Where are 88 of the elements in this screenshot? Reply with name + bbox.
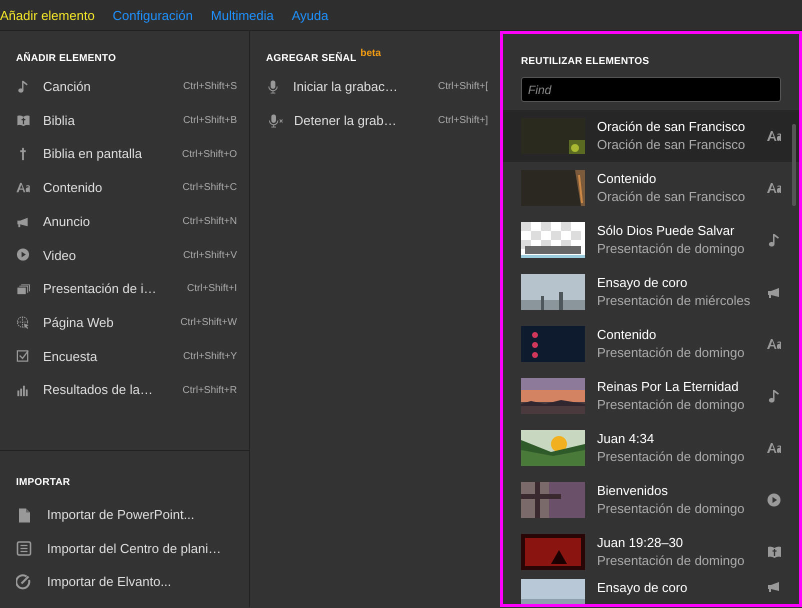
reuse-item[interactable]: Ensayo de coro <box>503 578 799 604</box>
bar-chart-icon <box>16 383 30 398</box>
menu-item[interactable]: Iniciar la grabac… Ctrl+Shift+[ <box>250 70 500 104</box>
menu-item[interactable]: Anuncio Ctrl+Shift+N <box>0 204 249 238</box>
item-title: Ensayo de coro <box>597 579 688 597</box>
shortcut-label: Ctrl+Shift+W <box>180 316 237 330</box>
item-subtitle: Presentación de domingo <box>597 448 744 466</box>
menu-item[interactable]: Resultados de la… Ctrl+Shift+R <box>0 373 249 407</box>
music-note-icon <box>16 80 30 94</box>
item-title: Juan 19:28–30 <box>597 534 684 552</box>
item-subtitle: Presentación de domingo <box>597 240 744 258</box>
item-title: Juan 4:34 <box>597 430 656 448</box>
shortcut-label: Ctrl+Shift+I <box>186 282 237 296</box>
document-icon <box>16 540 32 556</box>
check-circle-icon <box>16 574 32 590</box>
menu-item[interactable]: Video Ctrl+Shift+V <box>0 238 249 272</box>
shortcut-label: Ctrl+Shift+C <box>182 181 237 196</box>
item-subtitle: Presentación de miércoles <box>597 292 750 310</box>
shortcut-label: Ctrl+Shift+O <box>182 148 237 162</box>
megaphone-icon <box>767 579 781 594</box>
text-format-icon <box>767 180 781 196</box>
text-format-icon <box>16 180 30 195</box>
menu-item[interactable]: Presentación de i… Ctrl+Shift+I <box>0 272 249 306</box>
reuse-item[interactable]: Juan 19:28–30 Presentación de domingo <box>503 526 799 578</box>
shortcut-label: Ctrl+Shift+B <box>183 114 237 128</box>
item-title: Bienvenidos <box>597 482 669 500</box>
bible-icon <box>16 114 30 128</box>
reuse-item[interactable]: Sólo Dios Puede Salvar Presentación de domingo <box>503 214 799 266</box>
reuse-item[interactable]: Contenido Presentación de domingo <box>503 318 799 370</box>
menu-item[interactable]: Biblia Ctrl+Shift+B <box>0 104 249 138</box>
scrollbar[interactable] <box>792 124 796 206</box>
music-note-icon <box>767 232 781 248</box>
reuse-item[interactable]: Ensayo de coro Presentación de miércoles <box>503 266 799 318</box>
item-title: Ensayo de coro <box>597 274 688 292</box>
menu-tab[interactable]: Añadir elemento <box>0 0 104 30</box>
item-title: Contenido <box>597 170 658 188</box>
text-format-icon <box>767 128 781 144</box>
text-format-icon <box>767 336 781 352</box>
menu-item[interactable]: Encuesta Ctrl+Shift+Y <box>0 340 249 374</box>
item-title: Sólo Dios Puede Salvar <box>597 222 736 240</box>
import-item[interactable]: Importar del Centro de plani… <box>0 532 249 565</box>
item-title: Reinas Por La Eternidad <box>597 378 740 396</box>
shortcut-label: Ctrl+Shift+] <box>438 114 488 128</box>
text-format-icon <box>767 440 781 456</box>
music-note-icon <box>767 388 781 404</box>
item-title: Oración de san Francisco <box>597 118 746 136</box>
reuse-item[interactable]: Reinas Por La Eternidad Presentación de domingo <box>503 370 799 422</box>
reuse-item[interactable]: Bienvenidos Presentación de domingo <box>503 474 799 526</box>
section-heading: REUTILIZAR ELEMENTOS <box>520 55 650 69</box>
item-title: Contenido <box>597 326 658 344</box>
menu-item[interactable]: Contenido Ctrl+Shift+C <box>0 171 249 205</box>
shortcut-label: Ctrl+Shift+R <box>182 384 237 398</box>
play-icon <box>16 248 30 262</box>
shortcut-label: Ctrl+Shift+V <box>183 248 237 263</box>
find-field[interactable]: Find <box>521 77 781 102</box>
reuse-item[interactable]: Contenido Oración de san Francisco <box>503 162 799 214</box>
menu-tab[interactable]: Multimedia <box>202 0 283 30</box>
item-subtitle: Oración de san Francisco <box>597 188 746 206</box>
section-heading: AGREGAR SEÑAL <box>266 51 356 66</box>
import-item[interactable]: Importar de PowerPoint... <box>0 498 249 532</box>
beta-label: beta <box>360 47 381 61</box>
reuse-item[interactable]: Oración de san Francisco Oración de san Francisco <box>503 110 799 162</box>
item-subtitle: Presentación de domingo <box>597 396 744 414</box>
shortcut-label: Ctrl+Shift+Y <box>183 350 237 364</box>
checkbox-icon <box>16 349 30 364</box>
item-subtitle: Presentación de domingo <box>597 552 744 570</box>
menu-tab[interactable]: Configuración <box>104 0 202 30</box>
file-icon <box>16 506 32 523</box>
microphone-icon <box>266 80 280 94</box>
item-subtitle: Presentación de domingo <box>597 344 744 362</box>
menu-item[interactable]: Canción Ctrl+Shift+S <box>0 70 249 104</box>
import-item[interactable]: Importar de Elvanto... <box>0 565 249 598</box>
item-subtitle: Oración de san Francisco <box>597 136 746 154</box>
item-subtitle: Presentación de domingo <box>597 500 744 518</box>
section-heading: AÑADIR ELEMENTO <box>15 51 118 66</box>
globe-cursor-icon <box>16 316 30 330</box>
menu-item[interactable]: Biblia en pantalla Ctrl+Shift+O <box>0 137 249 172</box>
menu-tab[interactable]: Ayuda <box>282 0 338 30</box>
stacked-slides-icon <box>16 282 30 296</box>
shortcut-label: Ctrl+Shift+[ <box>438 80 488 94</box>
bible-icon <box>767 544 781 560</box>
shortcut-label: Ctrl+Shift+S <box>183 80 237 94</box>
menu-item[interactable]: Página Web Ctrl+Shift+W <box>0 306 249 340</box>
reuse-item[interactable]: Juan 4:34 Presentación de domingo <box>503 422 799 474</box>
section-heading: IMPORTAR <box>15 476 72 490</box>
play-icon <box>767 492 781 508</box>
menu-item[interactable]: Detener la grab… Ctrl+Shift+] <box>250 104 500 138</box>
shortcut-label: Ctrl+Shift+N <box>182 215 237 230</box>
